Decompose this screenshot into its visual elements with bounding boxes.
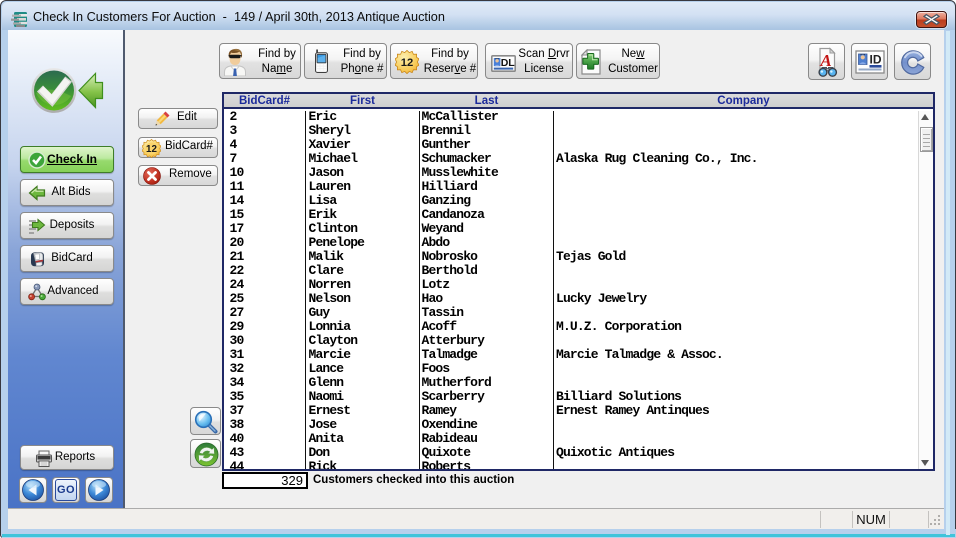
svg-text:DL: DL — [501, 57, 516, 69]
svg-text:12: 12 — [401, 57, 413, 69]
svg-text:12: 12 — [146, 144, 157, 155]
svg-text:ID: ID — [870, 53, 882, 67]
